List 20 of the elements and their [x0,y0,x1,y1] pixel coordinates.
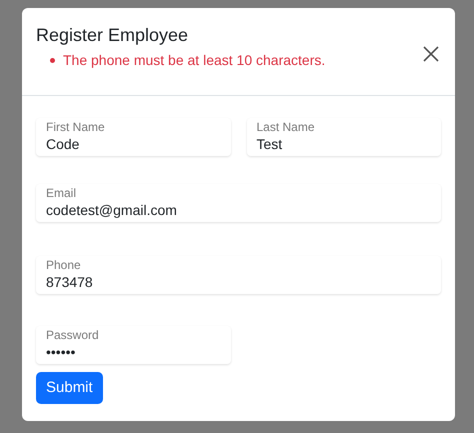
field-label: First Name [46,120,106,135]
field-value: 873478 [46,273,94,292]
bullet-icon [50,58,55,62]
error-message: The phone must be at least 10 characters. [63,51,326,70]
text-field[interactable]: First Name Code [36,118,230,156]
field-label: Password [46,328,100,343]
text-field[interactable]: Email codetest@gmail.com [36,184,441,222]
field-label: Phone [46,258,82,273]
field-value: Test [256,135,284,154]
field-label: Email [46,186,78,201]
close-icon [423,46,439,62]
field-value: codetest@gmail.com [46,201,178,220]
field-label: Last Name [256,120,316,135]
field-value: •••••• [46,343,76,362]
dialog-title: Register Employee [36,24,190,47]
text-field[interactable]: Last Name Test [246,118,441,156]
text-field[interactable]: Phone 873478 [36,256,441,294]
submit-button[interactable]: Submit [36,372,103,404]
text-field[interactable]: Password •••••• [36,326,230,364]
field-value: Code [46,135,80,154]
